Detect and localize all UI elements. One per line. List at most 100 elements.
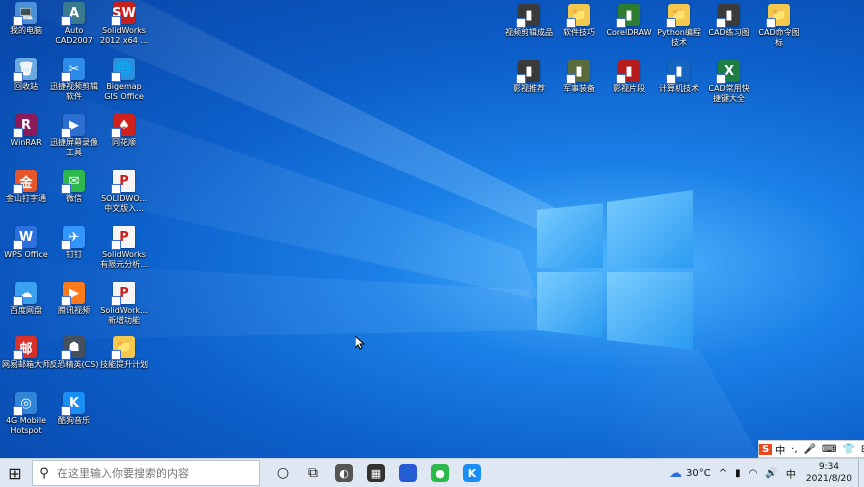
desktop-icon[interactable]: ▮ 影视推荐	[503, 60, 555, 94]
ime-lang-toggle[interactable]: 中	[772, 442, 788, 457]
network-button[interactable]: ◠	[745, 468, 762, 479]
desktop-icon-label: 军事装备	[563, 84, 595, 93]
app-icon: ▶	[61, 282, 85, 306]
ime-punct-toggle[interactable]: ·,	[788, 444, 800, 455]
app-icon: 🗑	[13, 58, 37, 82]
input-language-button[interactable]: 中	[782, 466, 800, 481]
desktop-icon[interactable]: 📁 CAD命令图 标	[753, 4, 805, 48]
app-icon: 🌐	[111, 58, 135, 82]
app-icon: ▮	[666, 60, 690, 84]
app-icon: ▮	[516, 60, 540, 84]
taskbar-pinned-app[interactable]: ●	[424, 459, 456, 487]
battery-button[interactable]: ▮	[731, 468, 745, 479]
desktop-icon-label: 百度网盘	[10, 306, 42, 315]
desktop-icon[interactable]: ◎ 4G Mobile Hotspot	[0, 392, 52, 436]
desktop-icon[interactable]: ✉ 微信	[48, 170, 100, 204]
app-icon: ✂	[61, 58, 85, 82]
task-view-icon: ⧉	[308, 465, 318, 481]
desktop-icon[interactable]: ▮ 视频剪辑成品	[503, 4, 555, 38]
desktop-icon[interactable]: ✂ 迅捷视频剪辑 软件	[48, 58, 100, 102]
desktop-icon[interactable]: R WinRAR	[0, 114, 52, 148]
app-icon: R	[13, 114, 37, 138]
keyboard-icon[interactable]: ⌨	[819, 444, 839, 455]
desktop-icon[interactable]: ♠ 同花顺	[98, 114, 150, 148]
desktop-icon-label: WPS Office	[4, 250, 48, 259]
desktop[interactable]: 💻 我的电脑 🗑 回收站 R WinRAR 金金山打字通 W WPS Office ☁ 百度网盘邮网…	[0, 0, 864, 458]
desktop-icon[interactable]: ▮ 影视片段	[603, 60, 655, 94]
app-icon: ▮	[616, 4, 640, 28]
toolbox-icon[interactable]: ⊞	[858, 444, 864, 455]
task-view-button[interactable]: ⧉	[298, 459, 328, 487]
microphone-icon[interactable]: 🎤	[801, 444, 819, 455]
cortana-button[interactable]: ○	[268, 459, 298, 487]
desktop-icon[interactable]: ✈ 钉钉	[48, 226, 100, 260]
start-button[interactable]: ⊞	[0, 459, 30, 487]
desktop-icon[interactable]: 邮网易邮箱大师	[0, 336, 52, 370]
desktop-icon[interactable]: P SolidWorks 有限元分析...	[98, 226, 150, 270]
desktop-icon[interactable]: P SolidWork... 新增功能	[98, 282, 150, 326]
desktop-icon[interactable]: ▮ 计算机技术	[653, 60, 705, 94]
desktop-icon[interactable]: P SOLIDWO... 中文版入...	[98, 170, 150, 214]
desktop-icon[interactable]: 📁 软件技巧	[553, 4, 605, 38]
volume-button[interactable]: 🔊	[761, 468, 781, 479]
app-icon: W	[13, 226, 37, 250]
desktop-icon-label: Bigemap GIS Office	[104, 82, 144, 101]
desktop-icon[interactable]: 📁 技能提升计划	[98, 336, 150, 370]
taskbar-pinned-app[interactable]: 🐾	[392, 459, 424, 487]
search-input[interactable]	[55, 465, 249, 481]
temperature-text: 30°C	[686, 467, 711, 479]
desktop-icon[interactable]: A Auto CAD2007	[48, 2, 100, 46]
app-icon: ✈	[61, 226, 85, 250]
ime-toolbar[interactable]: S 中 ·, 🎤 ⌨ 👕 ⊞	[758, 440, 864, 458]
desktop-icon[interactable]: X CAD常用快 捷键大全	[703, 60, 755, 104]
desktop-icon-label: 反恐精英(CS)	[49, 360, 99, 369]
desktop-icon[interactable]: ▮ CorelDRAW	[603, 4, 655, 38]
app-icon: ▮	[516, 4, 540, 28]
desktop-icon-label: CAD常用快 捷键大全	[708, 84, 750, 103]
desktop-icon[interactable]: 🗑 回收站	[0, 58, 52, 92]
clock[interactable]: 9:34 2021/8/20	[800, 461, 858, 485]
ime-logo-icon[interactable]: S	[759, 443, 773, 455]
weather-widget[interactable]: ☁ 30°C	[665, 466, 715, 481]
desktop-icon[interactable]: 💻 我的电脑	[0, 2, 52, 36]
app-icon: P	[111, 282, 135, 306]
desktop-icon[interactable]: ▶ 迅捷屏幕录像 工具	[48, 114, 100, 158]
taskbar-pinned-app[interactable]: ◐	[328, 459, 360, 487]
desktop-icon-label: 钉钉	[66, 250, 82, 259]
desktop-icon[interactable]: 🌐 Bigemap GIS Office	[98, 58, 150, 102]
app-icon: 📁	[666, 4, 690, 28]
taskbar-pinned-app[interactable]: K	[456, 459, 488, 487]
wechat-icon: ●	[431, 464, 449, 482]
desktop-icon-label: WinRAR	[10, 138, 42, 147]
skin-icon[interactable]: 👕	[839, 444, 857, 455]
app-icon: ☁	[13, 282, 37, 306]
desktop-icon[interactable]: K 酷狗音乐	[48, 392, 100, 426]
input-language-label: 中	[785, 469, 796, 481]
desktop-icon-label: 腾讯视频	[58, 306, 90, 315]
desktop-icon[interactable]: ▮ CAD练习图	[703, 4, 755, 38]
app-icon: SW	[111, 2, 136, 26]
desktop-icon[interactable]: 📁 Python编程 技术	[653, 4, 705, 48]
taskbar-pinned-app[interactable]: ▦	[360, 459, 392, 487]
desktop-icon[interactable]: 金金山打字通	[0, 170, 52, 204]
app-icon: ▮	[616, 60, 640, 84]
search-box[interactable]: ⚲	[32, 460, 260, 486]
app-icon: X	[716, 60, 740, 84]
windows-logo	[537, 190, 693, 350]
desktop-icon[interactable]: ▮ 军事装备	[553, 60, 605, 94]
show-desktop-button[interactable]	[858, 459, 864, 487]
desktop-icon[interactable]: SW SolidWorks 2012 x64 ...	[98, 2, 150, 46]
app-icon: ◎	[13, 392, 37, 416]
desktop-icon-label: 金山打字通	[6, 194, 46, 203]
clock-time: 9:34	[818, 462, 840, 472]
desktop-icon[interactable]: ▶ 腾讯视频	[48, 282, 100, 316]
app-icon: 邮	[13, 336, 37, 360]
app-icon: P	[111, 170, 135, 194]
app-icon: ▮	[566, 60, 590, 84]
app-icon: P	[111, 226, 135, 250]
show-hidden-icons-button[interactable]: ^	[715, 468, 731, 479]
desktop-icon[interactable]: ☗ 反恐精英(CS)	[48, 336, 100, 370]
desktop-icon[interactable]: ☁ 百度网盘	[0, 282, 52, 316]
desktop-icon-label: SOLIDWO... 中文版入...	[101, 194, 147, 213]
desktop-icon[interactable]: W WPS Office	[0, 226, 52, 260]
